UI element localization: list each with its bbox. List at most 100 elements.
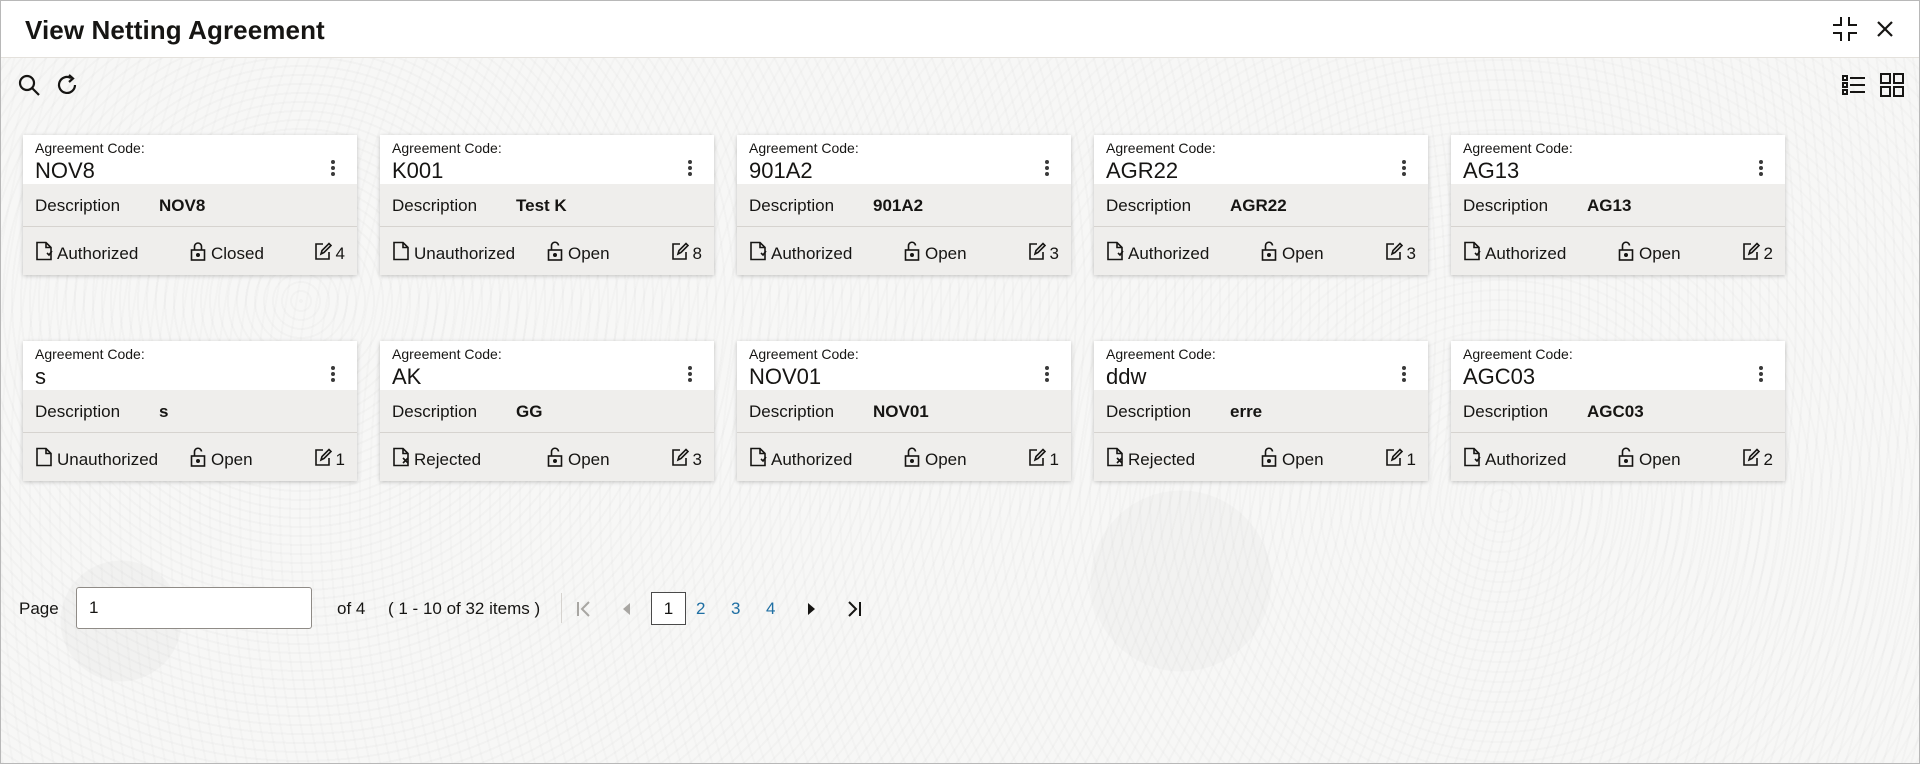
last-page-icon[interactable]: [843, 598, 865, 620]
record-status-text: Closed: [211, 243, 264, 263]
minimize-icon[interactable]: [1831, 15, 1859, 43]
card-status-row: Rejected Open 1: [1094, 433, 1428, 481]
record-status: Open: [546, 241, 610, 266]
agreement-card[interactable]: Agreement Code: ddw Description erre Rejecte…: [1094, 341, 1428, 481]
agreement-code-value: AGR22: [1106, 158, 1179, 183]
agreement-code-value: AGC03: [1463, 364, 1536, 389]
document-status-icon: [749, 241, 771, 266]
record-status: Open: [903, 447, 967, 472]
agreement-code-value: K001: [392, 158, 444, 183]
document-status-icon: [392, 241, 414, 266]
search-icon[interactable]: [16, 72, 42, 98]
next-page-icon[interactable]: [800, 598, 822, 620]
agreement-code-label: Agreement Code:: [1463, 346, 1573, 362]
modification-number: 2: [1742, 241, 1773, 266]
card-header: Agreement Code: ddw: [1094, 341, 1428, 390]
edit-icon: [1742, 241, 1764, 266]
card-description-row: Description NOV8: [23, 184, 357, 227]
page-title: View Netting Agreement: [25, 15, 325, 45]
record-status-text: Open: [1639, 243, 1681, 263]
card-header: Agreement Code: K001: [380, 135, 714, 184]
refresh-icon[interactable]: [54, 72, 80, 98]
record-status-text: Open: [1282, 449, 1324, 469]
lock-icon: [546, 241, 568, 266]
document-status-icon: [749, 447, 771, 472]
agreement-code-label: Agreement Code:: [392, 140, 502, 156]
record-status-text: Open: [1639, 449, 1681, 469]
edit-icon: [1385, 241, 1407, 266]
card-status-row: Rejected Open 3: [380, 433, 714, 481]
modification-number-text: 4: [335, 243, 345, 263]
card-status-row: Authorized Open 3: [737, 227, 1071, 275]
record-status-text: Open: [1282, 243, 1324, 263]
page-3-link[interactable]: 3: [731, 599, 740, 619]
more-actions-icon[interactable]: [329, 366, 337, 386]
more-actions-icon[interactable]: [686, 160, 694, 180]
agreement-card[interactable]: Agreement Code: 901A2 Description 901A2 Auth…: [737, 135, 1071, 275]
edit-icon: [671, 447, 693, 472]
page-4-link[interactable]: 4: [766, 599, 775, 619]
close-icon[interactable]: [1871, 15, 1899, 43]
agreement-code-label: Agreement Code:: [749, 140, 859, 156]
agreement-card[interactable]: Agreement Code: AG13 Description AG13 Author…: [1451, 135, 1785, 275]
current-page-button[interactable]: 1: [651, 592, 686, 625]
agreement-code-label: Agreement Code:: [749, 346, 859, 362]
card-description-row: Description s: [23, 390, 357, 433]
lock-icon: [903, 241, 925, 266]
first-page-icon[interactable]: [573, 598, 595, 620]
description-label: Description: [1106, 402, 1192, 421]
page-number-input[interactable]: [76, 587, 312, 629]
authorization-status-text: Unauthorized: [414, 243, 516, 263]
description-value: GG: [516, 402, 543, 421]
card-description-row: Description GG: [380, 390, 714, 433]
card-status-row: Authorized Closed 4: [23, 227, 357, 275]
agreement-code-value: AK: [392, 364, 422, 389]
more-actions-icon[interactable]: [1757, 160, 1765, 180]
description-value: NOV01: [873, 402, 929, 421]
agreement-card[interactable]: Agreement Code: NOV8 Description NOV8 Author…: [23, 135, 357, 275]
card-header: Agreement Code: 901A2: [737, 135, 1071, 184]
edit-icon: [1028, 241, 1050, 266]
agreement-code-label: Agreement Code:: [35, 140, 145, 156]
netting-agreement-window: View Netting Agreement Agreement Code: N…: [0, 0, 1920, 764]
tile-view-icon[interactable]: [1879, 72, 1905, 98]
agreement-card[interactable]: Agreement Code: K001 Description Test K Unau…: [380, 135, 714, 275]
modification-number: 1: [1028, 447, 1059, 472]
more-actions-icon[interactable]: [686, 366, 694, 386]
title-bar: View Netting Agreement: [1, 1, 1919, 58]
agreement-card[interactable]: Agreement Code: AK Description GG Rejected Op…: [380, 341, 714, 481]
more-actions-icon[interactable]: [1400, 160, 1408, 180]
record-status: Open: [1260, 241, 1324, 266]
modification-number-text: 3: [1406, 243, 1416, 263]
authorization-status: Rejected: [1106, 447, 1195, 472]
agreement-card[interactable]: Agreement Code: s Description s Unauthorized…: [23, 341, 357, 481]
modification-number: 1: [1385, 447, 1416, 472]
agreement-card[interactable]: Agreement Code: NOV01 Description NOV01 Auth…: [737, 341, 1071, 481]
card-header: Agreement Code: AK: [380, 341, 714, 390]
more-actions-icon[interactable]: [1043, 160, 1051, 180]
modification-number-text: 2: [1763, 449, 1773, 469]
authorization-status-text: Rejected: [414, 449, 482, 469]
modification-number: 8: [671, 241, 702, 266]
more-actions-icon[interactable]: [1757, 366, 1765, 386]
record-status: Closed: [189, 241, 264, 266]
authorization-status-text: Authorized: [1128, 243, 1210, 263]
page-2-link[interactable]: 2: [696, 599, 705, 619]
more-actions-icon[interactable]: [329, 160, 337, 180]
more-actions-icon[interactable]: [1400, 366, 1408, 386]
more-actions-icon[interactable]: [1043, 366, 1051, 386]
authorization-status: Rejected: [392, 447, 481, 472]
lock-icon: [903, 447, 925, 472]
card-header: Agreement Code: AG13: [1451, 135, 1785, 184]
previous-page-icon[interactable]: [616, 598, 638, 620]
agreement-code-value: s: [35, 364, 46, 389]
record-status-text: Open: [568, 449, 610, 469]
card-header: Agreement Code: s: [23, 341, 357, 390]
agreement-card[interactable]: Agreement Code: AGC03 Description AGC03 Auth…: [1451, 341, 1785, 481]
pager-divider: [561, 593, 562, 623]
list-view-icon[interactable]: [1841, 72, 1867, 98]
description-label: Description: [392, 196, 478, 215]
authorization-status-text: Authorized: [771, 449, 853, 469]
document-status-icon: [392, 447, 414, 472]
agreement-card[interactable]: Agreement Code: AGR22 Description AGR22 Auth…: [1094, 135, 1428, 275]
